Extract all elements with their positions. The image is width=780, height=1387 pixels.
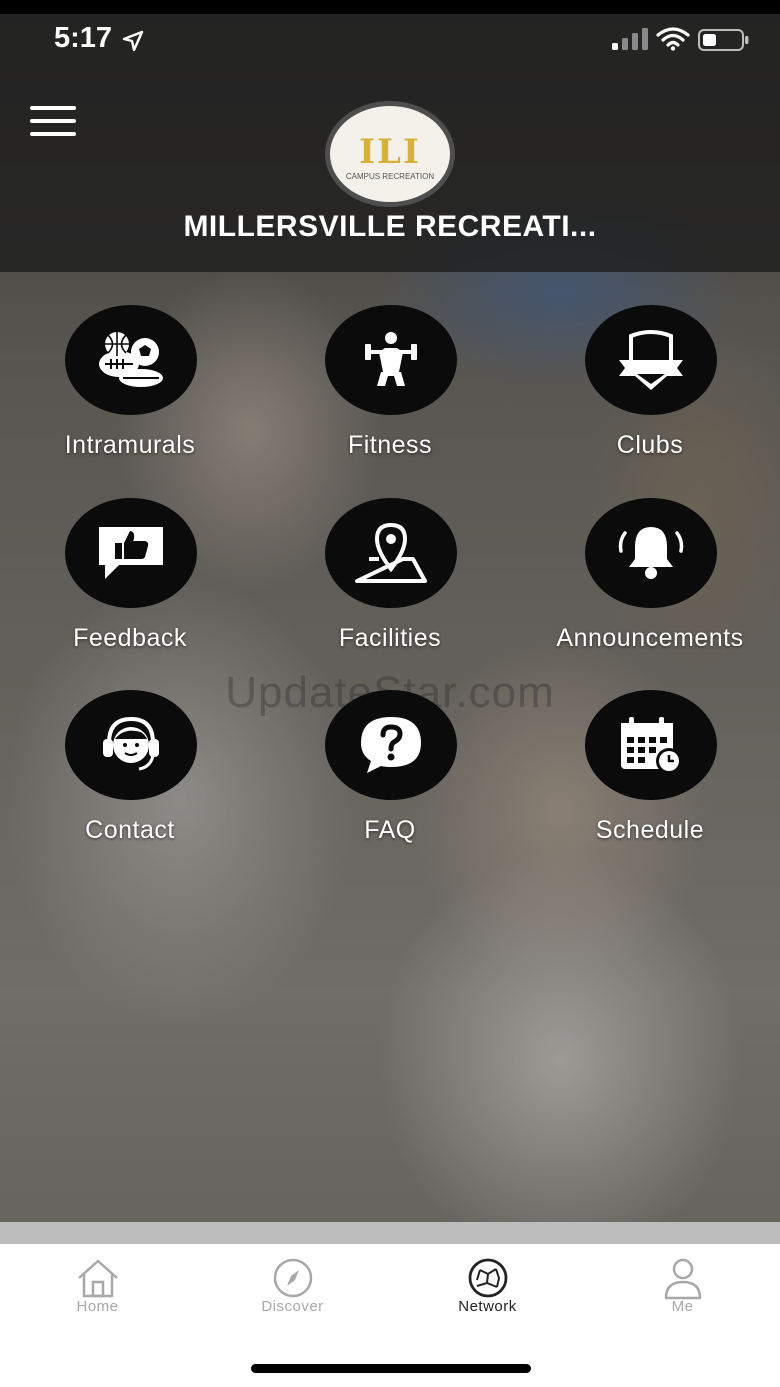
map-pin-icon (355, 522, 427, 583)
thumbs-up-chat-icon (99, 527, 163, 579)
tile-icon-circle (325, 305, 457, 415)
tab-me[interactable]: Me (585, 1256, 780, 1326)
tile-schedule[interactable]: Schedule (530, 690, 770, 870)
header: 5:17 ILI CAMPUS RECREATION MILLERSVILLE … (0, 0, 780, 272)
tile-icon-circle (65, 498, 197, 608)
top-edge (0, 0, 780, 14)
tab-label: Me (671, 1298, 694, 1315)
app-screen: UpdateStar.com 5:17 ILI (0, 0, 780, 1387)
network-globe-icon (468, 1258, 507, 1298)
calendar-clock-icon (621, 717, 682, 774)
tile-icon-circle (585, 690, 717, 800)
tile-label: Intramurals (64, 431, 196, 459)
status-time: 5:17 (54, 22, 113, 54)
hamburger-menu-icon[interactable] (30, 106, 78, 136)
bell-icon (618, 527, 684, 579)
page-title: MILLERSVILLE RECREATI... (183, 210, 597, 243)
tab-discover[interactable]: Discover (195, 1256, 390, 1326)
tile-icon-circle (325, 690, 457, 800)
tile-intramurals[interactable]: Intramurals (10, 305, 250, 485)
tile-feedback[interactable]: Feedback (10, 498, 250, 678)
tile-clubs[interactable]: Clubs (530, 305, 770, 485)
location-arrow-icon (122, 30, 144, 52)
tile-contact[interactable]: Contact (10, 690, 250, 870)
tab-label: Discover (261, 1298, 324, 1315)
logo-mark: ILI (359, 132, 421, 172)
tile-icon-circle (585, 498, 717, 608)
tile-label: Facilities (338, 624, 442, 652)
tab-label: Network (458, 1298, 517, 1315)
signal-strength-icon (612, 28, 648, 50)
person-icon (664, 1258, 701, 1300)
tab-label: Home (76, 1298, 119, 1315)
tab-network[interactable]: Network (390, 1256, 585, 1326)
tile-announcements[interactable]: Announcements (530, 498, 770, 678)
question-bubble-icon (361, 717, 421, 773)
tile-label: Fitness (347, 431, 433, 459)
badge-shield-icon (619, 330, 683, 390)
tile-faq[interactable]: FAQ (270, 690, 510, 870)
tile-label: FAQ (364, 816, 416, 844)
battery-icon (698, 29, 749, 51)
tile-label: Clubs (616, 431, 684, 459)
tile-fitness[interactable]: Fitness (270, 305, 510, 485)
compass-icon (273, 1258, 312, 1298)
tile-icon-circle (65, 690, 197, 800)
tile-label: Schedule (595, 816, 705, 844)
tab-home[interactable]: Home (0, 1256, 195, 1326)
tile-label: Announcements (556, 624, 744, 652)
home-icon (77, 1259, 118, 1298)
tile-label: Feedback (73, 624, 187, 652)
tile-icon-circle (585, 305, 717, 415)
tile-label: Contact (85, 816, 175, 844)
tile-icon-circle (65, 305, 197, 415)
wifi-icon (656, 27, 690, 51)
sports-balls-icon (99, 332, 163, 387)
tile-icon-circle (325, 498, 457, 608)
logo-subtext: CAMPUS RECREATION (345, 172, 435, 181)
weightlifter-icon (365, 332, 417, 386)
headset-person-icon (103, 716, 159, 771)
content-bottom-strip (0, 1222, 780, 1244)
org-logo: ILI CAMPUS RECREATION (325, 101, 455, 207)
home-indicator (251, 1364, 531, 1373)
tile-facilities[interactable]: Facilities (270, 498, 510, 678)
